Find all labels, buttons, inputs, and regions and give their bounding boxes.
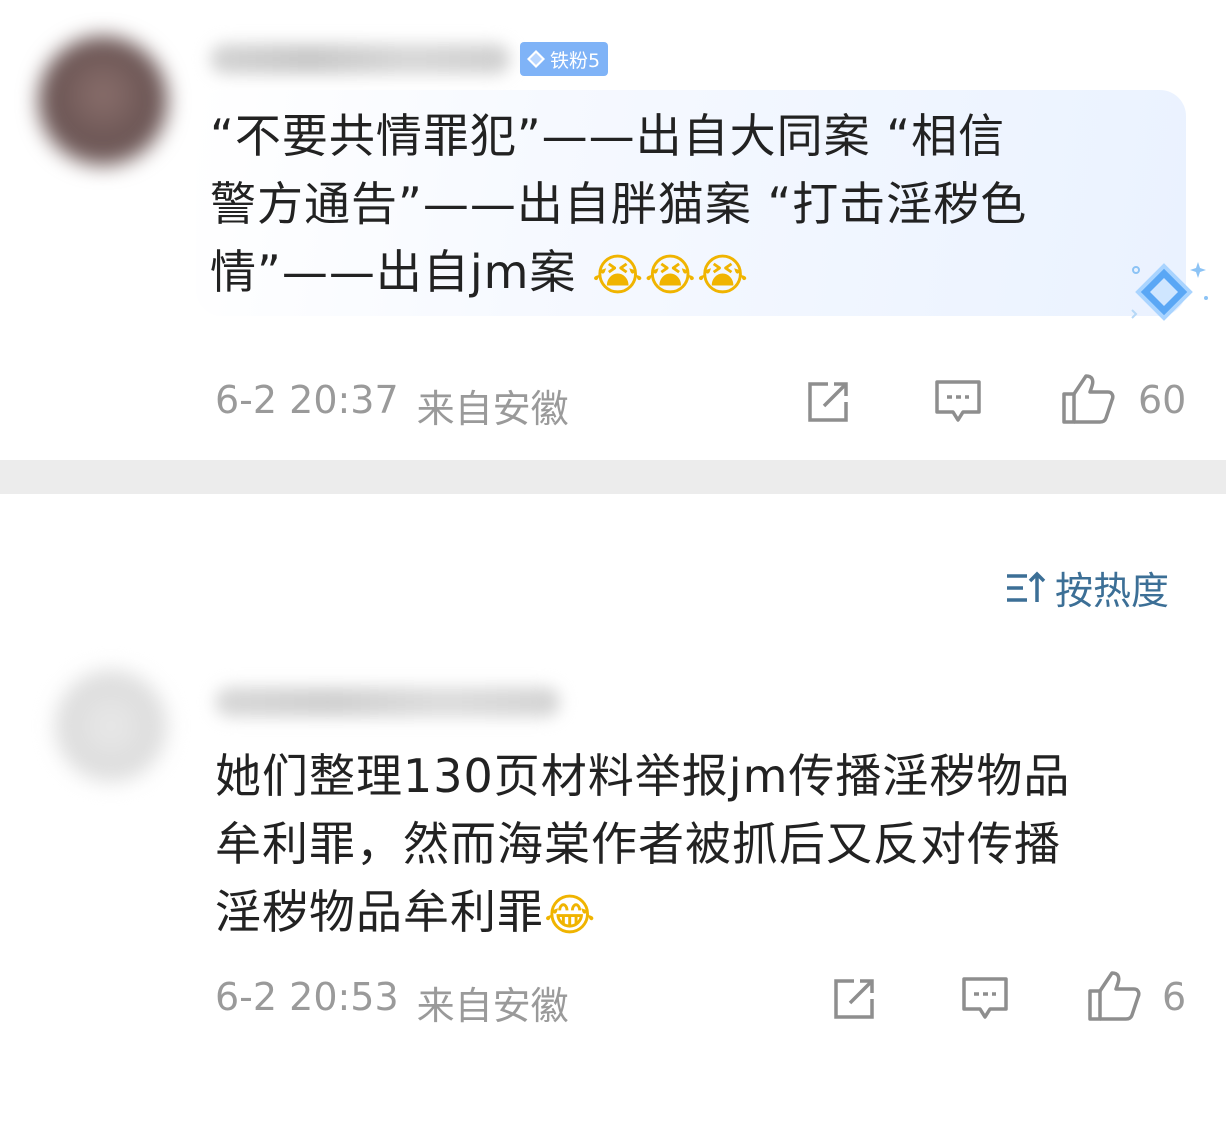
share-button[interactable]	[830, 977, 878, 1021]
share-button[interactable]	[804, 380, 852, 424]
comment-line: “不要共情罪犯”——出自大同案 “相信	[210, 109, 1006, 163]
username-blurred[interactable]	[210, 44, 510, 74]
thumbs-up-icon	[1088, 971, 1141, 1021]
reply-button[interactable]	[960, 975, 1010, 1023]
comment-line: 警方通告”——出自胖猫案 “打击淫秽色	[210, 177, 1028, 231]
sort-by-popularity-button[interactable]: 按热度	[1003, 560, 1169, 615]
avatar[interactable]	[55, 670, 167, 782]
diamond-icon	[527, 50, 545, 68]
location: 来自安徽	[416, 387, 569, 431]
reply-button[interactable]	[933, 378, 983, 426]
comment-icon	[962, 977, 1008, 1019]
fan-level-badge[interactable]: 铁粉5	[520, 42, 609, 76]
crying-laughing-emoji-icon: 😭😭😭	[592, 250, 750, 301]
diamond-decoration-icon	[1131, 262, 1208, 321]
like-count: 60	[1138, 378, 1187, 422]
comment-item: 她们整理130页材料举报jm传播淫秽物品 牟利罪，然而海棠作者被抓后又反对传播 …	[0, 640, 1226, 1060]
comment-meta: 6-2 20:53 来自安徽	[215, 975, 569, 1030]
comment-text: “不要共情罪犯”——出自大同案 “相信 警方通告”——出自胖猫案 “打击淫秽色 …	[210, 102, 1130, 310]
comment-item: 铁粉5 “不要共情罪犯”——出自大同案 “相信 警方通告”——出自胖猫案 “打击…	[0, 0, 1226, 460]
location: 来自安徽	[416, 984, 569, 1028]
sort-icon	[1007, 571, 1046, 602]
like-button[interactable]	[1086, 969, 1142, 1023]
like-button[interactable]	[1060, 372, 1116, 426]
comment-line: 牟利罪，然而海棠作者被抓后又反对传播	[215, 817, 1061, 871]
like-count: 6	[1162, 975, 1187, 1019]
comment-line: 情”——出自jm案	[210, 245, 593, 299]
comment-line: 淫秽物品牟利罪	[215, 885, 544, 939]
timestamp: 6-2 20:53	[215, 975, 399, 1019]
share-icon	[808, 382, 848, 422]
sort-label: 按热度	[1055, 569, 1170, 613]
comment-meta: 6-2 20:37 来自安徽	[215, 378, 569, 433]
username-blurred[interactable]	[215, 687, 560, 717]
section-divider	[0, 460, 1226, 494]
share-icon	[834, 979, 874, 1019]
comment-line: 她们整理130页材料举报jm传播淫秽物品	[215, 749, 1071, 803]
avatar[interactable]	[38, 36, 168, 166]
timestamp: 6-2 20:37	[215, 378, 399, 422]
thumbs-up-icon	[1062, 374, 1115, 424]
comment-text: 她们整理130页材料举报jm传播淫秽物品 牟利罪，然而海棠作者被抓后又反对传播 …	[215, 742, 1175, 950]
laughing-tears-emoji-icon: 😂	[544, 890, 597, 941]
comment-icon	[935, 380, 981, 422]
badge-label: 铁粉5	[550, 49, 601, 72]
